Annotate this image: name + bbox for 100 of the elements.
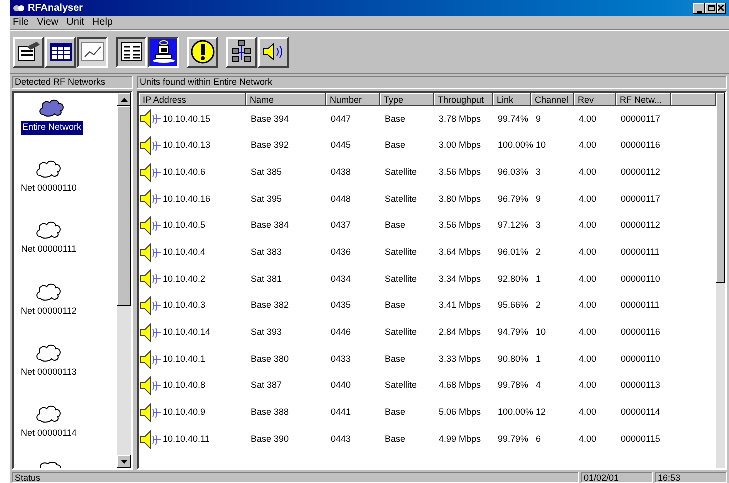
menu-item[interactable]: Help [92, 16, 113, 28]
table-cell-text: 9 [536, 192, 542, 206]
table-cell-text: 3 [536, 166, 542, 179]
column-header[interactable]: Number [326, 93, 380, 106]
speaker-icon [140, 296, 162, 316]
app-icon [13, 4, 25, 12]
column-header[interactable]: Channel [531, 93, 574, 106]
column-header[interactable]: Name [246, 93, 326, 106]
network-label[interactable]: Net 00000111 [20, 243, 78, 257]
speaker-icon [140, 109, 162, 130]
toolbar-button[interactable] [77, 36, 108, 68]
table-cell-text: 10.10.40.6 [163, 166, 206, 179]
table-cell-text: 00000114 [621, 406, 660, 420]
line-chart-icon [80, 42, 104, 62]
menu-item[interactable]: File [13, 16, 30, 28]
scrollbar[interactable] [117, 93, 131, 468]
toolbar-button[interactable] [148, 36, 179, 68]
table-cell-text: 4.00 [579, 299, 597, 312]
table-cell-text: Satellite [385, 166, 418, 179]
table-cell-text: Sat 385 [251, 166, 282, 179]
table-cell-text: 00000110 [621, 352, 660, 366]
table-cell-text: Base [385, 406, 406, 420]
table-cell-text: 2 [536, 299, 542, 312]
table-cell-text: 0437 [331, 219, 352, 232]
table-cell-text: 92.80% [498, 272, 529, 286]
table-cell-text: 10.10.40.4 [163, 246, 206, 260]
scroll-down-button[interactable] [117, 455, 131, 468]
table-cell-text: 3.33 Mbps [439, 352, 482, 366]
table-cell-text: 4.00 [579, 219, 597, 232]
table-cell-text: Base 380 [251, 352, 290, 366]
minimize-button[interactable] [693, 2, 705, 14]
column-header[interactable]: Type [380, 93, 434, 106]
table-cell-text: 0445 [331, 139, 352, 152]
column-header[interactable]: IP Address [139, 93, 246, 106]
table-cell-text: 0441 [331, 406, 352, 420]
menu-item[interactable]: View [37, 16, 59, 28]
table-cell-text: 4.00 [579, 139, 597, 152]
table-cell-text: 10.10.40.2 [163, 272, 206, 286]
close-button[interactable] [717, 2, 726, 14]
table-cell-text: 3 [536, 219, 542, 232]
column-header[interactable]: Throughput [434, 93, 493, 106]
table-cell-text: 00000110 [621, 272, 660, 286]
speaker-icon [140, 136, 162, 156]
toolbar-button[interactable] [116, 36, 147, 68]
table-cell-text: 3.56 Mbps [439, 166, 482, 179]
table-cell-text: 12 [536, 406, 546, 420]
table-cell-text: 4.00 [579, 166, 597, 179]
table-cell-text: Base [385, 432, 406, 446]
table-cell-text: 96.01% [498, 246, 529, 260]
network-label[interactable]: Net 00000113 [20, 366, 78, 380]
table-cell-text: 00000112 [621, 219, 660, 232]
scroll-up-button[interactable] [117, 93, 131, 106]
table-cell-text: 0446 [331, 326, 352, 340]
table-cell-text: 00000115 [621, 432, 660, 446]
network-label[interactable]: Net 00000114 [20, 426, 78, 440]
table-cell-text: 10 [536, 139, 546, 152]
table-cell-text: 3.64 Mbps [439, 246, 482, 260]
table-cell-text: 4.00 [579, 406, 597, 420]
table-cell-text: 10 [536, 326, 546, 340]
table-cell-text: 4.68 Mbps [439, 379, 482, 392]
table-cell-text: 99.74% [498, 112, 529, 126]
list-icon [120, 42, 142, 62]
table-cell-text: 94.79% [498, 326, 529, 340]
scroll-thumb[interactable] [716, 93, 725, 283]
table-cell-text: Base [385, 219, 406, 232]
table-cell-text: 100.00% [498, 139, 534, 152]
network-icon [230, 40, 254, 64]
table-cell-text: 4.00 [579, 112, 597, 126]
menu-item[interactable]: Unit [66, 16, 84, 28]
network-label[interactable]: Net 00000112 [20, 304, 78, 318]
scrollbar[interactable] [716, 93, 725, 468]
table-cell-text: 96.03% [498, 166, 529, 179]
maximize-button[interactable] [705, 2, 717, 14]
table-cell-text: 3.00 Mbps [439, 139, 482, 152]
table-cell-text: 0447 [331, 112, 352, 126]
table-cell-text: 10.10.40.1 [163, 352, 206, 366]
status-time: 16:53 [655, 472, 727, 482]
scroll-thumb[interactable] [117, 106, 131, 306]
table-cell-text: Sat 395 [251, 192, 282, 206]
table-cell-text: Base 390 [251, 432, 290, 446]
table-cell-text: 00000117 [621, 112, 660, 126]
network-label[interactable]: Entire Network [21, 121, 83, 134]
table-cell-text: 99.78% [498, 379, 529, 392]
table-cell-text: 0448 [331, 192, 352, 206]
computer-icon [152, 40, 176, 64]
table-icon [48, 42, 72, 62]
network-label[interactable]: Net 00000110 [20, 182, 78, 196]
table-cell-text: 00000111 [621, 299, 660, 312]
table-cell-text: 10.10.40.11 [163, 432, 210, 446]
table-cell-text: 3.80 Mbps [439, 192, 482, 206]
table-cell-text: 00000116 [621, 139, 660, 152]
table-cell-text: 1 [536, 352, 542, 366]
table-cell-text: Base 394 [251, 112, 290, 126]
table-cell-text: 4.00 [579, 246, 597, 260]
column-header[interactable]: Rev [574, 93, 616, 106]
column-header[interactable]: RF Netw... [616, 93, 671, 106]
column-header[interactable]: Link [493, 93, 531, 106]
speaker-icon [140, 189, 162, 210]
status-date: 01/02/01 [581, 472, 653, 482]
minimize-icon [696, 10, 702, 12]
